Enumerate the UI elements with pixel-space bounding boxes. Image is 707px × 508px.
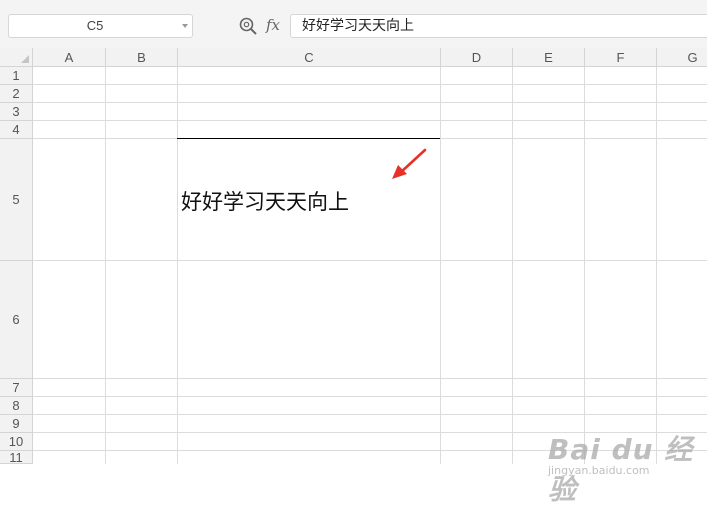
row-header-7[interactable]: 7	[0, 379, 33, 397]
name-box[interactable]: C5	[8, 14, 193, 38]
watermark: Bai du 经验 jingyan.baidu.com	[548, 428, 698, 506]
gridline	[33, 120, 707, 121]
column-header-c[interactable]: C	[178, 48, 441, 67]
column-header-d[interactable]: D	[441, 48, 513, 67]
gridline	[512, 67, 513, 464]
zoom-icon[interactable]	[238, 16, 258, 36]
cell-c5[interactable]: 好好学习天天向上	[181, 187, 439, 217]
spreadsheet-grid: A B C D E F G 1 2 3 4 5 6 7 8 9 10 11 好好…	[0, 48, 707, 506]
row-header-5[interactable]: 5	[0, 139, 33, 261]
gridline	[33, 102, 707, 103]
row-header-8[interactable]: 8	[0, 397, 33, 415]
row-header-9[interactable]: 9	[0, 415, 33, 433]
chevron-down-icon[interactable]	[182, 24, 188, 28]
gridline	[440, 67, 441, 464]
gridline	[33, 378, 707, 379]
gridline	[177, 67, 178, 464]
column-header-e[interactable]: E	[513, 48, 585, 67]
gridline	[656, 67, 657, 464]
row-header-1[interactable]: 1	[0, 67, 33, 85]
column-header-b[interactable]: B	[106, 48, 178, 67]
red-arrow-icon	[392, 148, 427, 179]
column-header-f[interactable]: F	[585, 48, 657, 67]
gridline	[33, 396, 707, 397]
watermark-url: jingyan.baidu.com	[548, 464, 650, 477]
select-all-icon	[21, 55, 29, 63]
fx-icon[interactable]: fx	[266, 14, 280, 36]
gridline	[33, 414, 707, 415]
row-header-4[interactable]: 4	[0, 121, 33, 139]
row-header-6[interactable]: 6	[0, 261, 33, 379]
formula-bar: C5 fx 好好学习天天向上	[0, 0, 707, 48]
gridline	[33, 260, 707, 261]
column-header-g[interactable]: G	[657, 48, 707, 67]
gridline	[584, 67, 585, 464]
row-header-2[interactable]: 2	[0, 85, 33, 103]
gridline	[105, 67, 106, 464]
row-header-10[interactable]: 10	[0, 433, 33, 451]
row-header-3[interactable]: 3	[0, 103, 33, 121]
select-all-corner[interactable]	[0, 48, 33, 67]
formula-value: 好好学习天天向上	[302, 18, 414, 34]
row-header-11[interactable]: 11	[0, 450, 33, 465]
column-header-a[interactable]: A	[33, 48, 106, 67]
gridline	[33, 84, 707, 85]
formula-input[interactable]: 好好学习天天向上	[290, 14, 707, 38]
name-box-value: C5	[86, 18, 104, 33]
cell-top-border	[177, 138, 440, 139]
